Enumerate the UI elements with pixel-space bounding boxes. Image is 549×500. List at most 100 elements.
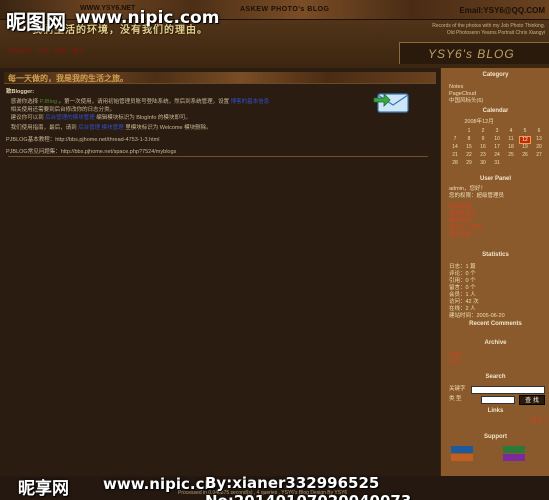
statistics-list: 日志：1 篇 评论：0 个 引用：0 个 留言：0 个 会员：1 人 访问：42… [449,264,505,320]
stat-item: 留言：0 个 [449,285,476,291]
user-role: 您的权限：超级管理员 [449,193,505,199]
blog-settings-link[interactable]: 博客的基本信息 [231,99,270,105]
category-item[interactable]: Notes [449,84,483,91]
email-address[interactable]: Email:YSY6@QQ.COM [459,6,545,15]
watermark-text: 昵享网 [18,479,69,499]
module-manage-link-2[interactable]: 后台管理 模块管理 [78,125,124,131]
search-type-select[interactable] [481,396,515,404]
recent-comments-title: Recent Comments [469,321,522,327]
post-text: 我们使用指南，最后，请到 [10,125,77,131]
calendar-day: 9 [481,136,485,142]
calendar-day: 23 [480,152,486,158]
calendar-today[interactable]: 12 [519,136,531,144]
calendar-day [533,160,545,168]
calendar-week: 7 8 9 10 11 12 13 [449,136,545,144]
calendar-day: 24 [494,152,500,158]
post-header: 每一天做的，我是我的生活之旅。 [4,72,436,84]
prev-month-button[interactable]: ‹ [461,119,463,125]
user-info: admin，您好！ 您的权限：超级管理员 [449,186,504,200]
calendar-day: 20 [536,144,542,150]
post-title[interactable]: 每一天做的，我是我的生活之旅。 [8,73,128,84]
category-item[interactable]: 中国风标头(6) [449,98,483,105]
user-panel-title: User Panel [479,176,512,182]
main-content: 每一天做的，我是我的生活之旅。 致Blogger: 感谢你选择 PJBlog 。… [0,68,440,500]
calendar-day [519,160,531,168]
calendar-month-label: 2008年12月 [464,119,494,125]
calendar-week: 14 15 16 17 18 19 20 [449,144,545,152]
links-title: Links [487,408,504,414]
calendar-day: 29 [466,160,472,166]
stat-item: 引用：0 个 [449,278,476,284]
support-badge[interactable] [503,446,525,453]
calendar-week: 21 22 23 24 25 26 27 [449,152,545,160]
watermark-id: By:xianer332996525 No:20140107020040073 [205,474,411,500]
calendar-day: 14 [452,144,458,150]
archive-title: Archive [484,340,507,346]
module-manage-link[interactable]: 后台管理的模块管理 [45,115,95,121]
user-link[interactable]: 系统管理 [449,204,482,211]
user-greeting: admin，您好！ [449,186,486,192]
calendar-day: 22 [466,152,472,158]
calendar-week: 1 2 3 4 5 6 [449,128,545,136]
post-text: 感谢你选择 [10,99,39,105]
faq-line[interactable]: PJBLOG常见问题集：http://bbs.pjhome.net/space.… [6,148,426,156]
calendar-day: 1 [467,128,471,134]
user-link[interactable]: 编辑草稿 [449,218,482,225]
watermark-url: www.nipic.cn [103,475,216,493]
user-link[interactable]: 退出系统 [449,232,482,239]
calendar-day: 17 [494,144,500,150]
calendar-day: 11 [508,136,514,142]
calendar-day: 25 [508,152,514,158]
stat-item: 建站时间：2005-06-20 [449,313,505,319]
search-label: 关键字 [449,386,466,392]
stat-item: 在线：2 人 [449,306,476,312]
calendar-week: 28 29 30 31 [449,160,545,168]
stat-item: 评论：0 个 [449,271,476,277]
archive-list: 2008 12月 [449,352,461,366]
calendar-day: 13 [536,136,542,142]
user-links: 系统管理 发表新日志 编辑草稿 修改个人资料 退出系统 [449,204,482,239]
calendar-day: 27 [536,152,542,158]
user-link[interactable]: 修改个人资料 [449,225,482,232]
tutorial-line[interactable]: PJBLOG基本教程：http://bbs.pjhome.net/thread-… [6,136,426,144]
links-more[interactable]: 更多>> [531,418,548,425]
support-badge[interactable] [451,446,473,453]
watermark-url: www.nipic.com [75,8,220,28]
blog-motto: Records of the photos with my Job Photo … [432,23,545,36]
support-badge[interactable] [451,454,473,461]
archive-item[interactable]: 12月 [449,359,461,366]
pjblog-link[interactable]: PJBlog [40,99,57,105]
search-input[interactable] [471,386,545,394]
watermark-text: 昵图网 [6,10,66,34]
calendar-month: ‹ 2008年12月 › [461,119,497,126]
category-title: Category [482,72,509,78]
archive-item[interactable]: 2008 [449,352,461,359]
post-greeting: 致Blogger: [6,89,35,95]
post-paragraph: 我们使用指南，最后，请到 后台管理 模块管理 里模块标识为 Welcome 模块… [6,124,426,132]
calendar-day: 2 [481,128,485,134]
calendar-title: Calendar [482,108,509,114]
support-badge[interactable] [503,454,525,461]
calendar-day [505,160,517,168]
stat-item: 访问：42 次 [449,299,479,305]
search-title: Search [485,374,506,380]
post-paragraph: 感谢你选择 PJBlog 。第一次使用，请用初始管理员账号登陆系统，然后到系统管… [6,98,426,122]
category-item[interactable]: PageCloud [449,91,483,98]
calendar-day: 5 [523,128,527,134]
calendar-day: 31 [494,160,500,166]
calendar-day [449,128,461,136]
next-month-button[interactable]: › [495,119,497,125]
mail-icon [373,93,409,113]
calendar-grid: 1 2 3 4 5 6 7 8 9 10 11 12 13 14 15 16 1… [449,128,545,168]
post-text: 建议你可以到 [10,115,44,121]
blog-title: ASKEW PHOTO's BLOG [240,6,330,13]
calendar-day: 30 [480,160,486,166]
statistics-title: Statistics [482,252,509,258]
post-text: 相关使用还需要到后台修改你的日志分类。 [10,107,116,113]
category-list: Notes PageCloud 中国风标头(6) [449,84,483,105]
post-divider [8,156,428,157]
search-button[interactable]: 查 找 [519,395,545,405]
calendar-day: 16 [480,144,486,150]
user-link[interactable]: 发表新日志 [449,211,482,218]
main-nav[interactable]: 网站首页 · 日志 · 相册 · 留言 [8,46,84,55]
